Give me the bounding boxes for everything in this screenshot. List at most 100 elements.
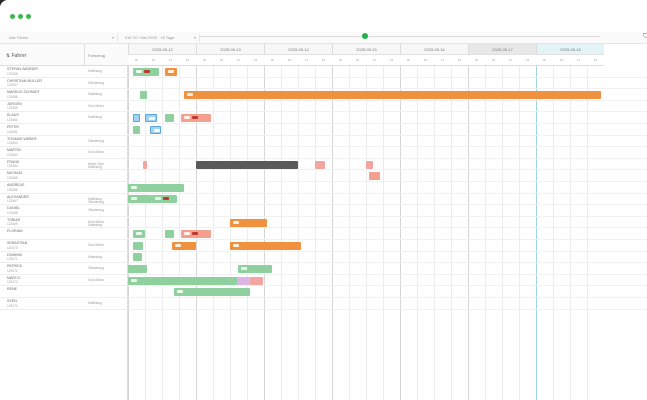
schedule-bar[interactable] (165, 114, 174, 123)
schedule-bar[interactable] (238, 265, 273, 273)
hour-tick: 18 (587, 55, 604, 66)
timeline-row[interactable] (128, 170, 647, 182)
schedule-bar[interactable] (132, 241, 143, 250)
vehicle-column-header[interactable]: Fahrzeug (88, 53, 105, 58)
schedule-bar[interactable] (132, 253, 142, 262)
schedule-bar[interactable] (315, 160, 326, 169)
schedule-bar[interactable] (145, 114, 157, 123)
timeline-row[interactable] (128, 136, 647, 148)
timeline-row[interactable] (128, 66, 647, 78)
schedule-bar[interactable] (128, 265, 148, 273)
timeline-row[interactable] (128, 298, 647, 310)
day-header[interactable]: 2025-05-14 (264, 44, 332, 55)
schedule-bar[interactable] (128, 195, 152, 204)
day-header[interactable]: 2025-05-13 (196, 44, 264, 55)
timeline-row[interactable] (128, 240, 647, 252)
timeline-row[interactable] (128, 78, 647, 90)
resource-row[interactable]: MICHAEL 123465 (0, 170, 128, 182)
schedule-bar[interactable] (132, 230, 145, 239)
schedule-bar[interactable] (230, 218, 268, 227)
resource-row[interactable]: STEFAN WAGNER 123456 Sattelzug (0, 66, 128, 78)
schedule-bar[interactable] (132, 114, 141, 123)
timeline-row[interactable] (128, 182, 647, 194)
day-header[interactable]: 2025-05-17 (468, 44, 536, 55)
window-close-dot[interactable] (10, 14, 15, 19)
schedule-bar[interactable] (183, 91, 601, 99)
hour-tick: 18 (315, 55, 332, 66)
column-divider[interactable] (84, 44, 85, 66)
filter-icon[interactable]: ⛉ (643, 33, 647, 40)
resource-row[interactable]: MARKUS SCHMIDT 123458 Sattelzug (0, 89, 128, 101)
day-header[interactable]: 2025-05-15 (332, 44, 400, 55)
resource-row[interactable]: JÜRGEN 123459 Solo Motor (0, 101, 128, 113)
timeline-row[interactable] (128, 101, 647, 113)
window-minimize-dot[interactable] (18, 14, 23, 19)
schedule-bar[interactable] (250, 276, 263, 285)
hour-tick: 00 (196, 55, 213, 66)
resource-row[interactable]: SEBASTIAN 123470 Solo Motor (0, 240, 128, 252)
resource-row[interactable]: KLAUS 123460 Sattelzug (0, 112, 128, 124)
schedule-bar[interactable] (132, 125, 141, 134)
driver-id: 123469 (7, 222, 18, 227)
timeline-row[interactable] (128, 205, 647, 217)
driver-filter-select[interactable]: Alle Fahrer ▾ (6, 34, 118, 42)
timeline-grid[interactable]: 2025-05-12 00 06 12 18 2025-05-13 00 06 12 18 2025… (128, 44, 647, 400)
timeline-row[interactable] (128, 252, 647, 264)
resource-row[interactable]: ANDREAS 123466 (0, 182, 128, 194)
schedule-bar[interactable] (151, 195, 177, 204)
truck-icon (233, 243, 239, 247)
resource-row[interactable]: DOMINIK 123471 Sattelzug (0, 252, 128, 264)
resource-row[interactable]: MARTIN 123463 Solo Motor (0, 147, 128, 159)
schedule-bar[interactable] (172, 241, 196, 250)
driver-id: 123472 (7, 268, 18, 273)
trailer-icon (192, 232, 199, 236)
schedule-bar[interactable] (181, 114, 211, 123)
timeline-row[interactable] (128, 217, 647, 229)
schedule-bar[interactable] (128, 276, 237, 285)
schedule-bar[interactable] (174, 288, 251, 297)
resource-row[interactable]: FRANK 123464 Motor Solo Sattelzug (0, 159, 128, 171)
vehicle-type-secondary: Gliederzug (88, 200, 104, 205)
day-header[interactable]: 2025-05-18 (536, 44, 604, 55)
resource-row[interactable]: TOBIAS 123469 Solo Motor Sattelzug (0, 217, 128, 229)
timeline-row[interactable] (128, 147, 647, 159)
driver-column-header[interactable]: ⇅ Fahrer (6, 53, 26, 59)
hour-tick: 00 (264, 55, 281, 66)
schedule-bar[interactable] (230, 241, 302, 250)
timeline-row[interactable] (128, 263, 647, 275)
schedule-bar[interactable] (128, 183, 184, 192)
day-header[interactable]: 2025-05-12 (128, 44, 196, 55)
schedule-bar[interactable] (181, 230, 211, 239)
resource-row[interactable]: SVEN 123474 Sattelzug (0, 298, 128, 310)
resource-row[interactable]: RENE (0, 286, 128, 298)
resource-row[interactable]: MARCO 123473 Solo Motor (0, 275, 128, 287)
schedule-bar[interactable] (142, 160, 148, 169)
resource-row[interactable]: CHRISTIAN MÜLLER 123457 Gliederzug (0, 78, 128, 90)
resource-row[interactable]: FLORIAN (0, 228, 128, 240)
window-maximize-dot[interactable] (26, 14, 31, 19)
schedule-bar[interactable] (140, 91, 148, 99)
schedule-bar[interactable] (165, 230, 174, 239)
zoom-slider-track[interactable] (200, 36, 600, 37)
date-range-select[interactable]: KW 20 / Mai 2025 · 16 Tage ▾ (122, 34, 200, 42)
day-header[interactable]: 2025-05-16 (400, 44, 468, 55)
schedule-bar[interactable] (366, 160, 373, 169)
driver-id: 123467 (7, 199, 18, 204)
schedule-bar[interactable] (165, 67, 177, 76)
timeline-row[interactable] (128, 194, 647, 206)
schedule-bar[interactable] (150, 125, 161, 134)
resource-row[interactable]: PATRICK 123472 Gliederzug (0, 263, 128, 275)
hour-tick: 00 (468, 55, 485, 66)
resource-row[interactable]: PETER 123461 (0, 124, 128, 136)
zoom-slider-thumb[interactable] (362, 33, 368, 39)
resource-row[interactable]: ALEXANDER 123467 Sattelzug Gliederzug (0, 194, 128, 206)
resource-row[interactable]: DANIEL 123468 Gliederzug (0, 205, 128, 217)
schedule-bar[interactable] (369, 172, 380, 181)
schedule-bar[interactable] (133, 67, 159, 76)
timeline-row[interactable] (128, 124, 647, 136)
resource-row[interactable]: THOMAS WEBER 123462 Gliederzug (0, 136, 128, 148)
hour-tick: 06 (553, 55, 570, 66)
schedule-bar[interactable] (196, 160, 298, 169)
truck-icon (131, 197, 137, 201)
driver-id: 123464 (7, 164, 18, 169)
